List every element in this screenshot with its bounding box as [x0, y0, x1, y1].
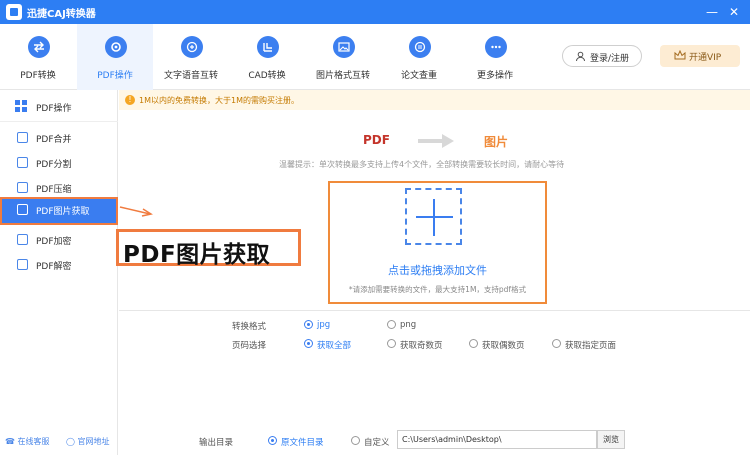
unlock-icon: [17, 259, 28, 270]
login-register-label: 登录/注册: [590, 54, 630, 64]
top-nav: PDF转换 PDF操作 文字语音互转 CAD转换 图片格式互转 论文查重 更多操…: [0, 24, 750, 90]
nav-item-more[interactable]: 更多操作: [457, 24, 533, 90]
output-radio-custom[interactable]: [351, 436, 360, 445]
annotation-arrow-icon: [119, 206, 153, 217]
nav-item-label: 文字语音互转: [163, 71, 218, 81]
login-register-button[interactable]: 登录/注册: [562, 45, 642, 67]
page-option-odd[interactable]: 获取奇数页: [400, 339, 443, 351]
arrow-right-icon: [418, 134, 454, 148]
sidebar-item-pdf-image-extract[interactable]: PDF图片获取: [0, 197, 118, 225]
divider: [119, 310, 750, 311]
sidebar-item-pdf-encrypt[interactable]: PDF加密: [0, 227, 118, 252]
nav-item-pdf-operations[interactable]: PDF操作: [77, 24, 153, 90]
official-site-link[interactable]: ◯ 官网地址: [66, 436, 110, 447]
online-service-label: 在线客服: [17, 437, 50, 446]
voice-icon: [181, 36, 203, 58]
grid-icon: [15, 100, 27, 112]
page-option-even[interactable]: 获取偶数页: [482, 339, 525, 351]
warning-icon: !: [125, 95, 135, 105]
nav-item-label: PDF操作: [97, 71, 133, 81]
output-path-input[interactable]: C:\Users\admin\Desktop\: [397, 430, 597, 449]
format-option-jpg[interactable]: jpg: [317, 320, 330, 330]
output-option-source[interactable]: 原文件目录: [281, 436, 324, 448]
sidebar-item-pdf-merge[interactable]: PDF合并: [0, 125, 118, 150]
drop-zone-title: 点击或拖拽添加文件: [388, 264, 487, 277]
open-vip-button[interactable]: 开通VIP: [660, 45, 740, 67]
add-file-plus-icon[interactable]: [405, 188, 462, 245]
user-icon: [576, 51, 585, 62]
cad-icon: [257, 36, 279, 58]
nav-item-label: 更多操作: [476, 71, 513, 81]
sidebar-item-label: PDF图片获取: [36, 207, 90, 217]
drop-zone-subtitle: *请添加需要转换的文件，最大支持1M，支持pdf格式: [348, 285, 527, 294]
online-service-link[interactable]: ☎ 在线客服: [5, 436, 50, 447]
nav-item-label: PDF转换: [20, 71, 56, 81]
sidebar: PDF操作 PDF合并 PDF分割 PDF压缩 PDF图片获取 PDF加密 PD…: [0, 90, 118, 455]
split-icon: [17, 157, 28, 168]
output-radio-source[interactable]: [268, 436, 277, 445]
browse-button[interactable]: 浏览: [597, 430, 625, 449]
nav-item-cad-convert[interactable]: CAD转换: [229, 24, 305, 90]
page-radio-odd[interactable]: [387, 339, 396, 348]
nav-item-image-format[interactable]: 图片格式互转: [305, 24, 381, 90]
format-radio-jpg[interactable]: [304, 320, 313, 329]
lock-icon: [17, 234, 28, 245]
nav-item-paper-check[interactable]: 论文查重: [381, 24, 457, 90]
title-bar: 迅捷CAJ转换器 — ✕: [0, 0, 750, 24]
sidebar-header-label: PDF操作: [36, 104, 72, 114]
convert-arrows-icon: [28, 36, 50, 58]
compress-icon: [17, 182, 28, 193]
nav-item-label: 图片格式互转: [315, 71, 370, 81]
notice-text: 1M以内的免费转换，大于1M的需购买注册。: [139, 96, 299, 105]
output-option-custom[interactable]: 自定义: [364, 436, 390, 448]
nav-item-text-voice[interactable]: 文字语音互转: [153, 24, 229, 90]
page-radio-even[interactable]: [469, 339, 478, 348]
gear-icon: [105, 36, 127, 58]
nav-item-label: CAD转换: [248, 71, 286, 81]
close-button[interactable]: ✕: [725, 3, 743, 21]
page-option-specified[interactable]: 获取指定页面: [565, 339, 616, 351]
more-dots-icon: [485, 36, 507, 58]
sidebar-item-label: PDF加密: [36, 237, 72, 247]
format-label: 转换格式: [232, 322, 267, 332]
crown-icon: [674, 50, 686, 60]
nav-item-pdf-convert[interactable]: PDF转换: [0, 24, 76, 90]
page-radio-all[interactable]: [304, 339, 313, 348]
merge-icon: [17, 132, 28, 143]
file-drop-zone[interactable]: 点击或拖拽添加文件 *请添加需要转换的文件，最大支持1M，支持pdf格式: [328, 181, 547, 304]
format-option-png[interactable]: png: [400, 320, 416, 330]
tip-text: 温馨提示：单次转换最多支持上传4个文件，全部转换需要较长时间，请耐心等待: [279, 160, 565, 169]
sidebar-item-label: PDF解密: [36, 262, 72, 272]
nav-item-label: 论文查重: [400, 71, 437, 81]
source-format-label: PDF: [363, 133, 390, 147]
headset-icon: ☎: [5, 437, 15, 446]
sidebar-item-label: PDF压缩: [36, 185, 72, 195]
image-icon: [333, 36, 355, 58]
sidebar-header: PDF操作: [0, 90, 118, 122]
sidebar-item-label: PDF合并: [36, 135, 72, 145]
open-vip-label: 开通VIP: [689, 53, 722, 63]
minimize-button[interactable]: —: [703, 3, 721, 21]
output-dir-label: 输出目录: [199, 438, 234, 448]
page-radio-specified[interactable]: [552, 339, 561, 348]
paper-check-icon: [409, 36, 431, 58]
sidebar-item-pdf-decrypt[interactable]: PDF解密: [0, 252, 118, 277]
image-extract-icon: [17, 204, 28, 215]
format-radio-png[interactable]: [387, 320, 396, 329]
target-format-label: 图片: [484, 135, 509, 149]
output-path-value: C:\Users\admin\Desktop\: [402, 435, 502, 444]
annotation-callout: PDF图片获取: [116, 229, 301, 268]
sidebar-item-pdf-split[interactable]: PDF分割: [0, 150, 118, 175]
official-site-label: 官网地址: [77, 437, 110, 446]
page-option-all[interactable]: 获取全部: [317, 339, 351, 351]
page-select-label: 页码选择: [232, 341, 267, 351]
globe-icon: ◯: [66, 437, 75, 446]
notice-bar: ! 1M以内的免费转换，大于1M的需购买注册。: [119, 90, 750, 110]
app-logo-icon: [6, 4, 22, 20]
sidebar-item-label: PDF分割: [36, 160, 72, 170]
app-title: 迅捷CAJ转换器: [27, 9, 96, 20]
annotation-text: PDF图片获取: [123, 242, 271, 268]
